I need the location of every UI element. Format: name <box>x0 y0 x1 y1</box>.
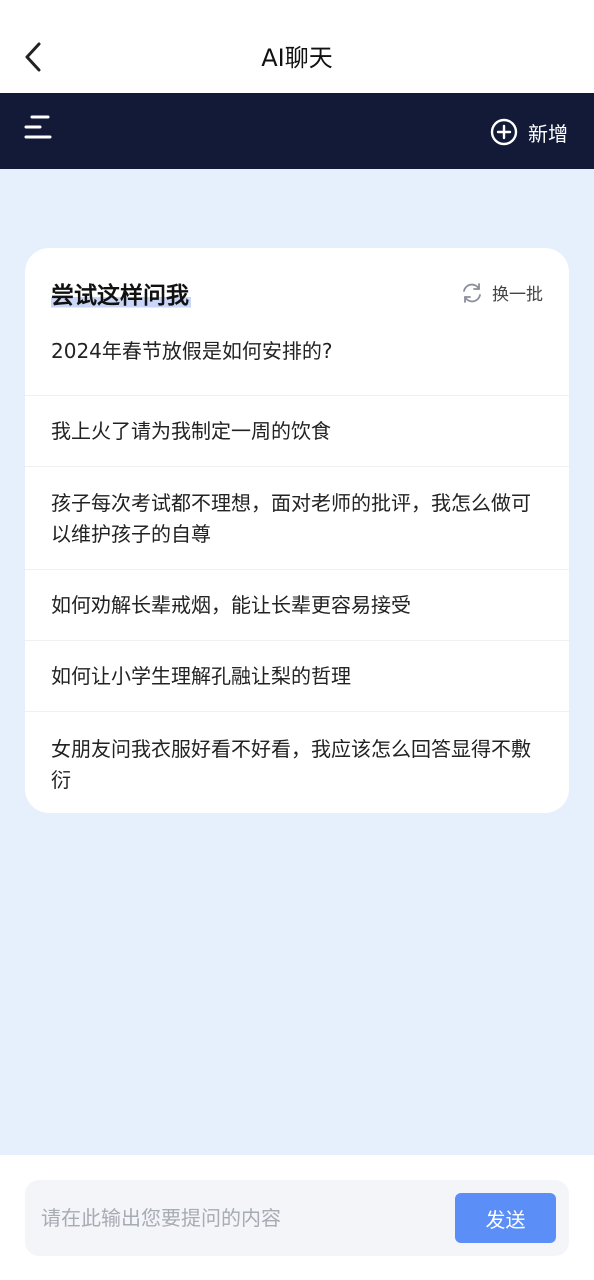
question-input[interactable] <box>41 1198 441 1238</box>
suggestion-card-header: 尝试这样问我 换一批 <box>25 248 569 336</box>
suggestion-list: 2024年春节放假是如何安排的? 我上火了请为我制定一周的饮食 孩子每次考试都不… <box>25 336 569 813</box>
suggestion-item[interactable]: 2024年春节放假是如何安排的? <box>25 336 569 396</box>
refresh-icon <box>463 282 481 303</box>
new-chat-label: 新增 <box>528 121 568 146</box>
menu-icon <box>24 115 52 139</box>
suggestion-card: 尝试这样问我 换一批 2024年春节放假是如何安排的? 我上火了请为我制定一周的… <box>25 248 569 813</box>
page-title: AI聊天 <box>261 44 333 72</box>
refresh-label: 换一批 <box>492 285 543 305</box>
suggestion-item[interactable]: 女朋友问我衣服好看不好看，我应该怎么回答显得不敷衍 <box>25 712 569 813</box>
suggestion-title: 尝试这样问我 <box>51 276 191 310</box>
new-chat-button[interactable]: 新增 <box>490 116 568 148</box>
suggestion-item[interactable]: 如何劝解长辈戒烟，能让长辈更容易接受 <box>25 570 569 641</box>
suggestion-item[interactable]: 如何让小学生理解孔融让梨的哲理 <box>25 641 569 712</box>
suggestion-item[interactable]: 我上火了请为我制定一周的饮食 <box>25 396 569 467</box>
plus-circle-icon <box>490 118 518 146</box>
send-button[interactable]: 发送 <box>455 1193 556 1243</box>
suggestion-item[interactable]: 孩子每次考试都不理想，面对老师的批评，我怎么做可以维护孩子的自尊 <box>25 467 569 570</box>
refresh-button[interactable]: 换一批 <box>460 280 543 305</box>
menu-button[interactable] <box>22 112 54 144</box>
